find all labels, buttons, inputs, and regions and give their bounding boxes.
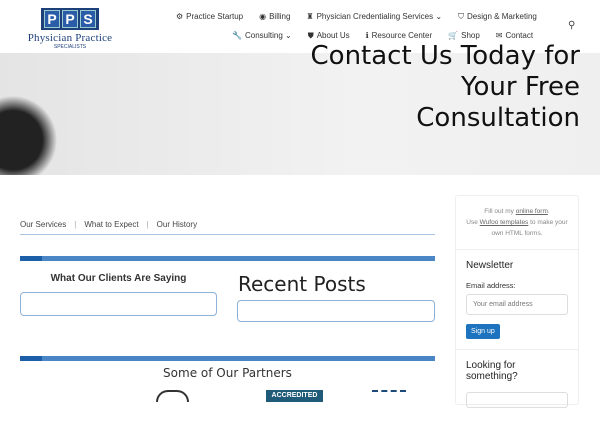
envelope-icon: ✉ bbox=[495, 31, 503, 40]
logo-name: Physician Practice bbox=[27, 32, 113, 44]
nav-contact[interactable]: ✉ Contact bbox=[496, 31, 533, 41]
recent-posts-heading: Recent Posts bbox=[238, 272, 366, 296]
clients-heading: What Our Clients Are Saying bbox=[50, 273, 187, 284]
billing-icon: ◉ bbox=[259, 12, 267, 21]
sidebar: Fill out my online form. Use Wufoo templ… bbox=[455, 195, 579, 408]
partners-heading: Some of Our Partners bbox=[163, 366, 292, 380]
nav-consulting[interactable]: 🔧 Consulting ⌄ bbox=[232, 31, 292, 41]
divider: | bbox=[146, 220, 149, 229]
logo-letter: S bbox=[80, 10, 96, 28]
nav-row-1: ⚙ Practice Startup ◉ Billing ♜ Physician Cr… bbox=[176, 12, 537, 22]
info-icon: ℹ bbox=[365, 31, 369, 40]
nav-resource-center[interactable]: ℹ Resource Center bbox=[366, 31, 433, 41]
hero-image bbox=[0, 88, 65, 175]
nav-about[interactable]: ⛊ About Us bbox=[308, 31, 350, 41]
email-label: Email address: bbox=[466, 281, 516, 290]
recent-posts-box bbox=[237, 300, 435, 322]
testimonials-box bbox=[20, 292, 217, 316]
nav-label: Contact bbox=[505, 31, 534, 40]
gears-icon: ⚙ bbox=[176, 12, 184, 21]
section-divider bbox=[20, 256, 435, 261]
tab-what-to-expect[interactable]: What to Expect bbox=[84, 220, 138, 229]
nav-label: Design & Marketing bbox=[467, 12, 537, 21]
nav-credentialing[interactable]: ♜ Physician Credentialing Services ⌄ bbox=[306, 12, 442, 22]
sidebar-search-input[interactable] bbox=[466, 392, 568, 408]
wufoo-link[interactable]: Wufoo templates bbox=[480, 219, 529, 226]
nav-billing[interactable]: ◉ Billing bbox=[259, 12, 290, 22]
hero-title: Contact Us Today for Your Free Consultat… bbox=[311, 41, 580, 134]
text: Use bbox=[466, 219, 480, 226]
nav-practice-startup[interactable]: ⚙ Practice Startup bbox=[176, 12, 243, 22]
tabs: Our Services | What to Expect | Our Histor… bbox=[20, 220, 197, 229]
tabs-rule bbox=[20, 234, 435, 235]
logo-letter: P bbox=[62, 10, 78, 28]
tab-our-history[interactable]: Our History bbox=[157, 220, 197, 229]
hero-line: Contact Us Today for bbox=[310, 41, 580, 71]
search-widget: Looking for something? bbox=[456, 350, 578, 423]
nav-label: Physician Credentialing Services ⌄ bbox=[316, 12, 443, 21]
search-icon[interactable]: ⚲ bbox=[568, 20, 575, 31]
newsletter-widget: Newsletter Email address: Your email add… bbox=[456, 250, 578, 350]
nav-label: Billing bbox=[269, 12, 291, 21]
nav-label: Resource Center bbox=[371, 31, 433, 40]
online-form-link[interactable]: online form bbox=[516, 208, 548, 215]
hero-banner: Contact Us Today for Your Free Consultat… bbox=[0, 41, 600, 175]
nav-row-2: 🔧 Consulting ⌄ ⛊ About Us ℹ Resource Center… bbox=[232, 31, 533, 41]
partner-logo-bbb: ACCREDITED bbox=[266, 390, 323, 402]
tab-our-services[interactable]: Our Services bbox=[20, 220, 66, 229]
text: Fill out my bbox=[484, 208, 516, 215]
nav-shop[interactable]: 🛒 Shop bbox=[448, 31, 480, 41]
logo-letter: P bbox=[44, 10, 60, 28]
divider: | bbox=[74, 220, 77, 229]
search-title: Looking for something? bbox=[466, 360, 518, 382]
signup-button[interactable]: Sign up bbox=[466, 324, 500, 339]
hero-line: Your Free bbox=[461, 72, 580, 102]
newsletter-title: Newsletter bbox=[466, 260, 514, 271]
wrench-icon: 🔧 bbox=[232, 31, 242, 40]
text: . bbox=[547, 208, 550, 215]
shield-icon: ⛊ bbox=[307, 31, 314, 40]
partner-logo bbox=[372, 390, 406, 402]
logo[interactable]: PPS Physician Practice SPECIALISTS bbox=[18, 8, 122, 50]
section-divider bbox=[20, 356, 435, 361]
nav-label: Practice Startup bbox=[186, 12, 244, 21]
cart-icon: 🛒 bbox=[448, 31, 459, 40]
sitemap-icon: ♜ bbox=[306, 12, 314, 21]
email-input[interactable]: Your email address bbox=[466, 294, 568, 315]
nav-label: About Us bbox=[316, 31, 350, 40]
nav-design-marketing[interactable]: ⛉ Design & Marketing bbox=[458, 12, 537, 22]
nav-label: Shop bbox=[461, 31, 480, 40]
magnet-icon: ⛉ bbox=[458, 12, 465, 21]
form-widget: Fill out my online form. Use Wufoo templ… bbox=[456, 196, 578, 250]
hero-line: Consultation bbox=[416, 103, 580, 133]
nav-label: Consulting ⌄ bbox=[244, 31, 292, 40]
partner-logo bbox=[156, 390, 189, 402]
logo-sub: SPECIALISTS bbox=[53, 44, 87, 50]
